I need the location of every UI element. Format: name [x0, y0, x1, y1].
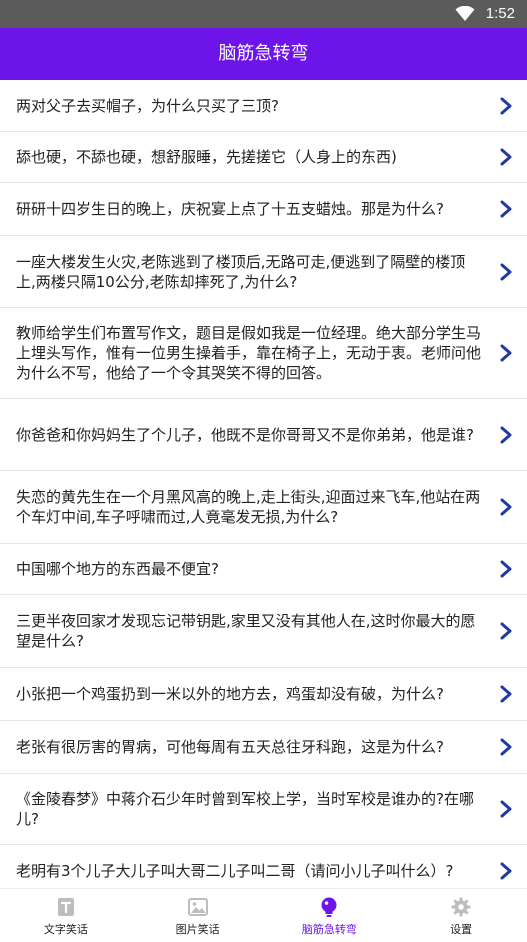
question-text: 老明有3个儿子大儿子叫大哥二儿子叫二哥（请问小儿子叫什么）? [16, 861, 454, 880]
chevron-right-icon [500, 97, 512, 114]
list-item[interactable]: 小张把一个鸡蛋扔到一米以外的地方去，鸡蛋却没有破，为什么? [0, 668, 527, 721]
text-document-icon [57, 898, 74, 916]
chevron-right-icon [500, 498, 512, 516]
list-item[interactable]: 研研十四岁生日的晚上，庆祝宴上点了十五支蜡烛。那是为什么? [0, 183, 527, 236]
tab-settings[interactable]: 设置 [395, 889, 527, 942]
list-item[interactable]: 老明有3个儿子大儿子叫大哥二儿子叫二哥（请问小儿子叫什么）? [0, 845, 527, 888]
question-text: 一座大楼发生火灾,老陈逃到了楼顶后,无路可走,便逃到了隔壁的楼顶上,两楼只隔10… [16, 252, 466, 291]
list-item[interactable]: 老张有很厉害的胃病，可他每周有五天总往牙科跑，这是为什么? [0, 721, 527, 774]
lightbulb-icon [321, 897, 337, 917]
chevron-right-icon [500, 685, 512, 703]
question-text: 老张有很厉害的胃病，可他每周有五天总往牙科跑，这是为什么? [16, 738, 444, 756]
question-text: 你爸爸和你妈妈生了个儿子，他既不是你哥哥又不是你弟弟，他是谁? [16, 425, 474, 444]
question-text: 《金陵春梦》中蒋介石少年时曾到军校上学，当时军校是谁办的?在哪儿? [16, 790, 474, 828]
tab-label: 图片笑话 [175, 923, 220, 936]
tab-label: 设置 [450, 923, 473, 936]
question-text: 小张把一个鸡蛋扔到一米以外的地方去，鸡蛋却没有破，为什么? [16, 685, 444, 703]
list-item[interactable]: 一座大楼发生火灾,老陈逃到了楼顶后,无路可走,便逃到了隔壁的楼顶上,两楼只隔10… [0, 236, 527, 308]
list-item[interactable]: 两对父子去买帽子，为什么只买了三顶? [0, 80, 527, 132]
chevron-right-icon [500, 263, 512, 280]
status-time: 1:52 [485, 5, 515, 22]
image-icon [187, 898, 208, 916]
list-item[interactable]: 中国哪个地方的东西最不便宜? [0, 544, 527, 595]
page-title: 脑筋急转弯 [218, 43, 309, 64]
list-item[interactable]: 你爸爸和你妈妈生了个儿子，他既不是你哥哥又不是你弟弟，他是谁? [0, 399, 527, 471]
gear-icon [451, 897, 471, 917]
chevron-right-icon [500, 800, 512, 818]
question-text: 失恋的黄先生在一个月黑风高的晚上,走上街头,迎面过来飞车,他站在两个车灯中间,车… [16, 488, 481, 526]
question-text: 两对父子去买帽子，为什么只买了三顶? [16, 96, 279, 115]
question-list[interactable]: 两对父子去买帽子，为什么只买了三顶? 舔也硬，不舔也硬，想舒服睡，先搓搓它（人身… [0, 80, 527, 888]
list-item[interactable]: 三更半夜回家才发现忘记带钥匙,家里又没有其他人在,这时你最大的愿望是什么? [0, 595, 527, 668]
question-text: 三更半夜回家才发现忘记带钥匙,家里又没有其他人在,这时你最大的愿望是什么? [16, 612, 476, 650]
list-item[interactable]: 失恋的黄先生在一个月黑风高的晚上,走上街头,迎面过来飞车,他站在两个车灯中间,车… [0, 471, 527, 544]
chevron-right-icon [500, 344, 512, 362]
tab-brain-teasers[interactable]: 脑筋急转弯 [264, 889, 396, 942]
chevron-right-icon [500, 200, 512, 218]
chevron-right-icon [500, 622, 512, 640]
question-text: 研研十四岁生日的晚上，庆祝宴上点了十五支蜡烛。那是为什么? [16, 200, 444, 218]
wifi-icon [455, 6, 475, 21]
list-item[interactable]: 《金陵春梦》中蒋介石少年时曾到军校上学，当时军校是谁办的?在哪儿? [0, 774, 527, 845]
chevron-right-icon [500, 738, 512, 756]
app-bar: 脑筋急转弯 [0, 28, 527, 80]
tab-text-jokes[interactable]: 文字笑话 [0, 889, 132, 942]
tab-label: 脑筋急转弯 [301, 923, 357, 936]
chevron-right-icon [500, 148, 512, 166]
chevron-right-icon [500, 426, 512, 443]
question-text: 舔也硬，不舔也硬，想舒服睡，先搓搓它（人身上的东西) [16, 148, 397, 166]
list-item[interactable]: 教师给学生们布置写作文，题目是假如我是一位经理。绝大部分学生马上埋头写作，惟有一… [0, 308, 527, 399]
status-bar: 1:52 [0, 0, 527, 28]
tab-image-jokes[interactable]: 图片笑话 [132, 889, 264, 942]
bottom-tab-bar: 文字笑话 图片笑话 脑筋急转弯 设置 [0, 888, 527, 942]
tab-label: 文字笑话 [43, 923, 88, 936]
question-text: 中国哪个地方的东西最不便宜? [16, 560, 219, 578]
question-text: 教师给学生们布置写作文，题目是假如我是一位经理。绝大部分学生马上埋头写作，惟有一… [16, 324, 482, 382]
list-item[interactable]: 舔也硬，不舔也硬，想舒服睡，先搓搓它（人身上的东西) [0, 132, 527, 183]
chevron-right-icon [500, 862, 512, 879]
chevron-right-icon [500, 560, 512, 578]
